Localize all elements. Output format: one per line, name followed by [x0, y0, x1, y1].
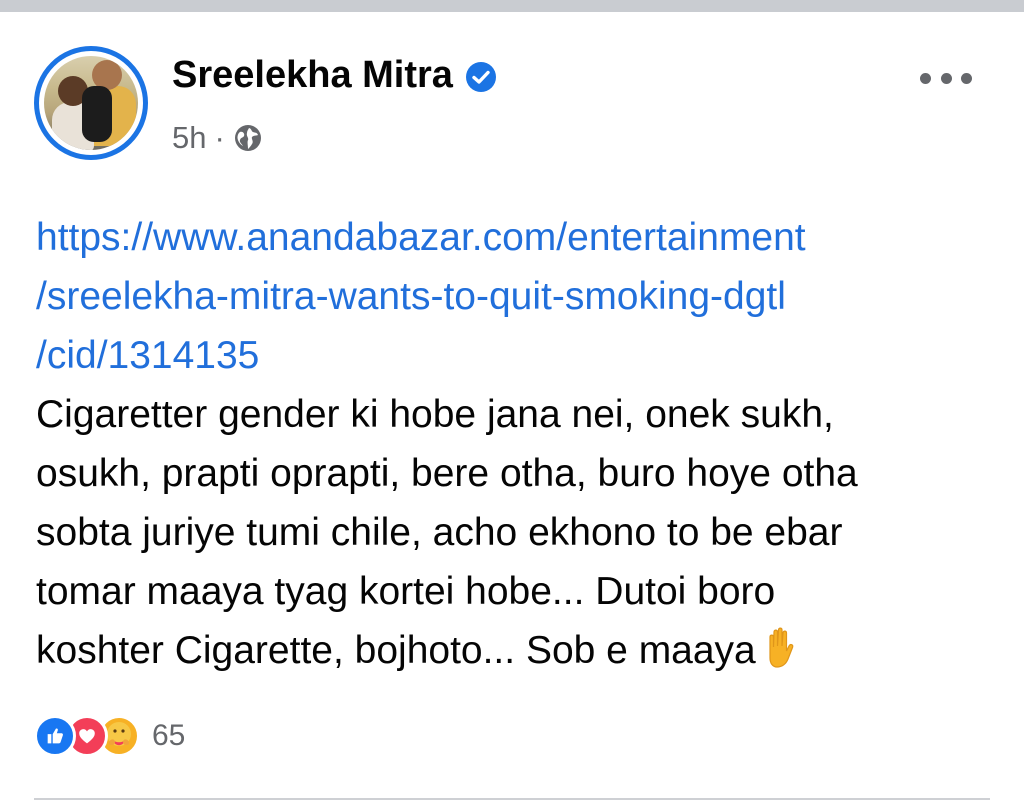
facebook-post: Sreelekha Mitra 5h · https://www.anandab…: [0, 12, 1024, 809]
meta-separator: ·: [214, 120, 225, 155]
post-link-line[interactable]: https://www.anandabazar.com/entertainmen…: [36, 208, 996, 267]
post-text-line: tomar maaya tyag kortei hobe... Dutoi bo…: [36, 570, 776, 613]
like-icon: [34, 715, 76, 757]
more-options-icon[interactable]: [920, 66, 972, 90]
post-text-line: osukh, prapti oprapti, bere otha, buro h…: [36, 452, 858, 495]
post-body: https://www.anandabazar.com/entertainmen…: [36, 208, 996, 680]
post-text-line-last: koshter Cigarette, bojhoto... Sob e maay…: [36, 621, 996, 680]
post-time[interactable]: 5h: [172, 120, 206, 156]
author-name[interactable]: Sreelekha Mitra: [172, 54, 453, 97]
post-link-line[interactable]: /sreelekha-mitra-wants-to-quit-smoking-d…: [36, 267, 996, 326]
raised-hand-icon: [758, 625, 804, 671]
divider: [34, 798, 990, 800]
avatar[interactable]: [34, 46, 148, 160]
post-text-line: sobta juriye tumi chile, acho ekhono to …: [36, 511, 843, 554]
post-text-line: Cigaretter gender ki hobe jana nei, onek…: [36, 393, 834, 436]
author-name-row[interactable]: Sreelekha Mitra: [172, 54, 497, 97]
post-text-line: koshter Cigarette, bojhoto... Sob e maay…: [36, 629, 756, 672]
top-separator: [0, 0, 1024, 12]
globe-icon[interactable]: [233, 123, 263, 153]
post-link-line[interactable]: /cid/1314135: [36, 326, 996, 385]
avatar-photo: [44, 56, 138, 150]
reactions-summary[interactable]: 65: [34, 714, 185, 758]
reaction-count[interactable]: 65: [152, 719, 185, 753]
verified-badge-icon: [465, 60, 497, 92]
post-meta: 5h ·: [172, 120, 263, 156]
